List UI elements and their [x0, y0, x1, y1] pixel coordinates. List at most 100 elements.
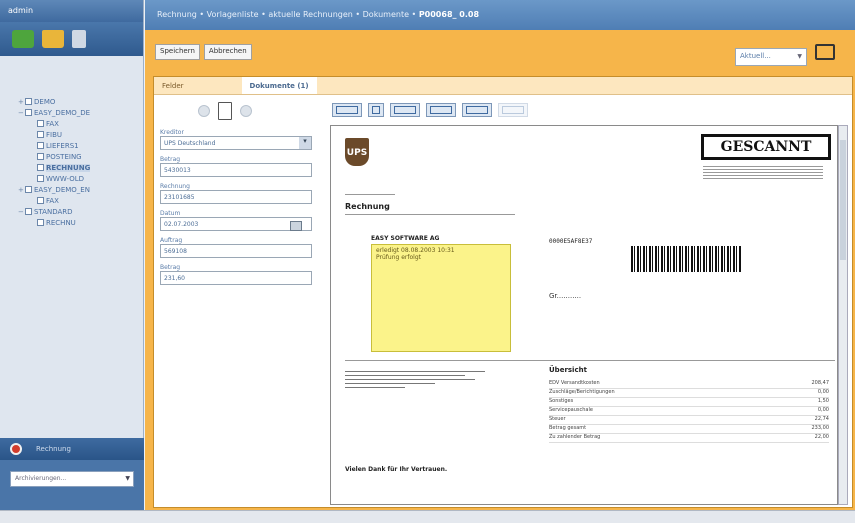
- field-label: Auftrag: [160, 237, 183, 244]
- next-icon[interactable]: [240, 105, 252, 117]
- tree-checkbox[interactable]: [37, 219, 44, 226]
- zoom-button[interactable]: [426, 103, 456, 117]
- tree-node[interactable]: FAX: [18, 195, 143, 206]
- two-page-button[interactable]: [390, 103, 420, 117]
- tree-expander-icon[interactable]: −: [18, 109, 25, 117]
- tree-node[interactable]: POSTEING: [18, 151, 143, 162]
- summary-value: 208,47: [811, 380, 830, 386]
- tree-node-label: FAX: [46, 119, 59, 128]
- field-label: Betrag: [160, 156, 181, 163]
- field-label: Kreditor: [160, 129, 184, 136]
- tab-documents[interactable]: Dokumente (1): [241, 77, 317, 94]
- new-icon[interactable]: [12, 30, 34, 48]
- action-toolbar: Speichern Abbrechen Aktuell...: [145, 30, 855, 74]
- tree-node-label: FIBU: [46, 130, 63, 139]
- summary-row: Steuer 22,74: [549, 416, 829, 425]
- tree-node[interactable]: RECHNUNG: [18, 162, 143, 173]
- clipboard-icon[interactable]: [72, 30, 86, 48]
- field-input[interactable]: UPS Deutschland: [160, 136, 312, 150]
- tree-checkbox[interactable]: [37, 142, 44, 149]
- field-input[interactable]: 231,60: [160, 271, 312, 285]
- tree-node[interactable]: − EASY_DEMO_DE: [18, 107, 143, 118]
- folder-open-icon[interactable]: [815, 44, 835, 60]
- tree-node[interactable]: WWW-OLD: [18, 173, 143, 184]
- tree-node[interactable]: LIEFERS1: [18, 140, 143, 151]
- tree-node[interactable]: FAX: [18, 118, 143, 129]
- tree-checkbox[interactable]: [37, 197, 44, 204]
- tree-node-label: LIEFERS1: [46, 141, 79, 150]
- summary-label: Steuer: [549, 416, 566, 422]
- tree-checkbox[interactable]: [25, 98, 32, 105]
- tree-checkbox[interactable]: [25, 109, 32, 116]
- archive-select[interactable]: Archivierungen...: [10, 471, 134, 487]
- tree-checkbox[interactable]: [37, 120, 44, 127]
- rechnung-bar[interactable]: Rechnung: [0, 438, 144, 460]
- tree-node[interactable]: − STANDARD: [18, 206, 143, 217]
- summary-row: Sonstiges 1,50: [549, 398, 829, 407]
- save-button[interactable]: Speichern: [155, 44, 200, 60]
- sidebar-bottom: Rechnung Archivierungen...: [0, 438, 144, 510]
- form-fields: KreditorUPS DeutschlandBetrag5430013Rech…: [160, 129, 330, 285]
- index-form: KreditorUPS DeutschlandBetrag5430013Rech…: [160, 99, 330, 285]
- tree-node[interactable]: RECHNU: [18, 217, 143, 228]
- tree-node-label: EASY_DEMO_EN: [34, 185, 90, 194]
- summary-value: 22,74: [814, 416, 829, 422]
- viewer-scrollbar[interactable]: [838, 125, 848, 505]
- summary-label: Servicepauschale: [549, 407, 593, 413]
- tree-expander-icon[interactable]: −: [18, 208, 25, 216]
- print-icon: [502, 106, 524, 114]
- tree-expander-icon[interactable]: +: [18, 186, 25, 194]
- summary-row: Zu zahlender Betrag 22,00: [549, 434, 829, 443]
- tab-bar: Felder Dokumente (1): [154, 77, 852, 95]
- tree-node-label: FAX: [46, 196, 59, 205]
- summary-label: Betrag gesamt: [549, 425, 587, 431]
- summary-value: 0,00: [817, 407, 829, 413]
- tree-node[interactable]: FIBU: [18, 129, 143, 140]
- cancel-button[interactable]: Abbrechen: [203, 44, 252, 60]
- print-button[interactable]: [498, 103, 528, 117]
- summary-table: EDV Versandtkosten 208,47 Zuschläge/Berich…: [549, 380, 829, 443]
- previous-icon[interactable]: [198, 105, 210, 117]
- left-sidebar: admin + DEMO − EASY_DEMO_DE FAX FIBU LIEFERS1 P…: [0, 0, 144, 510]
- field-input[interactable]: 23101685: [160, 190, 312, 204]
- document-icon[interactable]: [218, 102, 232, 120]
- summary-label: Sonstiges: [549, 398, 574, 404]
- tree-checkbox[interactable]: [37, 164, 44, 171]
- single-page-button[interactable]: [368, 103, 384, 117]
- tree-node-label: RECHNU: [46, 218, 76, 227]
- document-viewer: UPS GESCANNT Rechnung EASY SOFTWARE AG e…: [330, 99, 848, 505]
- tree-checkbox[interactable]: [37, 153, 44, 160]
- sidebar-toolbar: [0, 22, 143, 56]
- lifebuoy-icon: [10, 443, 22, 455]
- summary-label: Zuschläge/Berichtigungen: [549, 389, 615, 395]
- status-select[interactable]: Aktuell...: [735, 48, 807, 66]
- field-input[interactable]: 569108: [160, 244, 312, 258]
- form-icons: [198, 99, 330, 123]
- tree-expander-icon[interactable]: +: [18, 98, 25, 106]
- tree-checkbox[interactable]: [37, 175, 44, 182]
- tree-node[interactable]: + EASY_DEMO_EN: [18, 184, 143, 195]
- tree-node-label: EASY_DEMO_DE: [34, 108, 91, 117]
- tree-node[interactable]: + DEMO: [18, 96, 143, 107]
- sticky-note: erledigt 08.08.2003 10:31 Prüfung erfolg…: [371, 244, 511, 352]
- zoom-icon: [430, 106, 452, 114]
- tree-checkbox[interactable]: [37, 131, 44, 138]
- sidebar-header: admin: [0, 0, 143, 22]
- barcode: [631, 246, 741, 272]
- breadcrumb: Rechnung • Vorlagenliste • aktuelle Rech…: [145, 0, 855, 30]
- folder-icon[interactable]: [42, 30, 64, 48]
- tree-checkbox[interactable]: [25, 208, 32, 215]
- tab-fields[interactable]: Felder: [154, 77, 192, 94]
- invoice-meta: [703, 164, 831, 181]
- breadcrumb-path[interactable]: Rechnung • Vorlagenliste • aktuelle Rech…: [157, 10, 416, 19]
- tree-checkbox[interactable]: [25, 186, 32, 193]
- summary-value: 22,00: [814, 434, 829, 440]
- tree-node-label: WWW-OLD: [46, 174, 85, 183]
- record-panel: Felder Dokumente (1) Kreditor UPS Deutsch…: [153, 76, 853, 508]
- field-input[interactable]: 5430013: [160, 163, 312, 177]
- scrollbar-thumb[interactable]: [840, 140, 846, 260]
- calendar-icon[interactable]: [290, 221, 302, 231]
- sidebar-footer: Archivierungen...: [0, 460, 144, 510]
- fit-page-button[interactable]: [332, 103, 362, 117]
- rotate-button[interactable]: [462, 103, 492, 117]
